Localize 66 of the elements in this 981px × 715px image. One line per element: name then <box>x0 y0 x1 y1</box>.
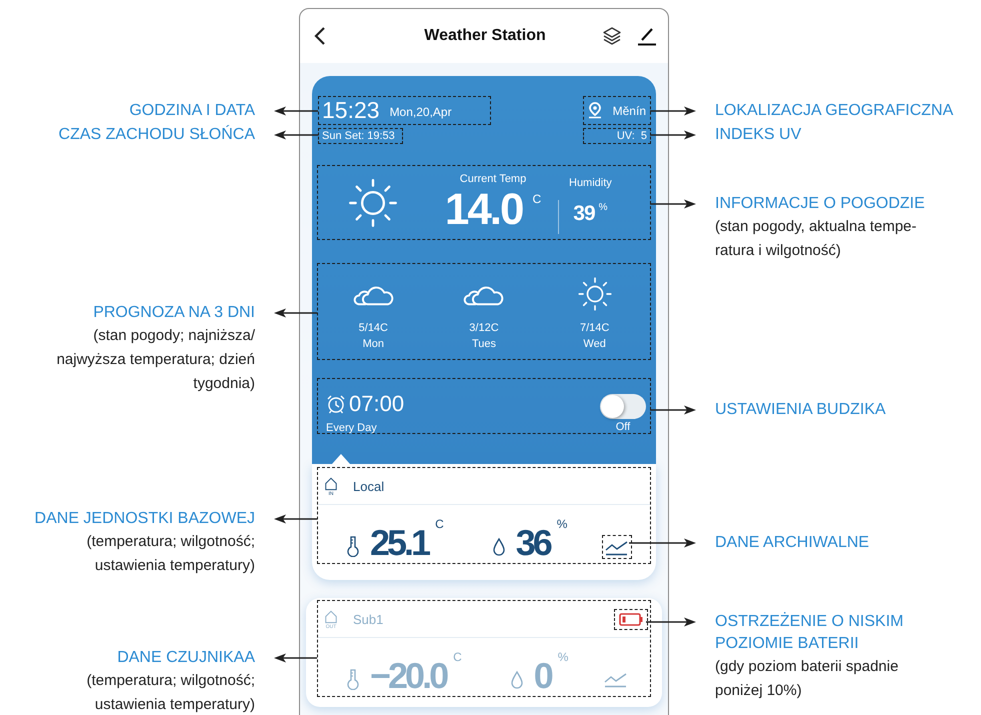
alarm-repeat: Every Day <box>326 422 378 434</box>
callout-title: USTAWIENIA BUDZIKA <box>715 400 887 420</box>
house-icon <box>324 476 338 490</box>
arrow <box>274 130 318 140</box>
alarm-state: Off <box>616 421 630 433</box>
forecast-day: Mon <box>362 338 384 350</box>
location-text: Měnín <box>612 104 646 118</box>
clock-time: 15:23 <box>322 97 380 124</box>
back-icon[interactable] <box>314 26 326 46</box>
humidity-unit: % <box>598 202 608 212</box>
date-text: Mon,20,Apr <box>390 105 452 119</box>
temperature-value: 25.1 <box>370 523 428 563</box>
alarm-toggle[interactable] <box>600 394 646 419</box>
drop-icon <box>510 670 524 690</box>
callout-title: OSTRZEŻENIE O NISKIM POZIOMIE BATERII <box>715 611 904 654</box>
trend-chart-icon[interactable] <box>605 540 629 556</box>
arrow <box>274 106 318 116</box>
callout-title: DANE JEDNOSTKI BAZOWEJ <box>34 509 255 529</box>
thermometer-icon <box>346 668 360 690</box>
humidity-unit: % <box>558 650 568 664</box>
callout-title: DANE CZUJNIKAA <box>116 648 255 668</box>
forecast-temp-range: 7/14C <box>580 322 610 334</box>
alarm-time: 07:00 <box>349 391 404 417</box>
sensor-name: Local <box>353 478 384 494</box>
humidity-value: 39 <box>573 202 595 226</box>
callout-title: PROGNOZA NA 3 DNI <box>92 303 255 323</box>
callout-title: INDEKS UV <box>715 125 802 145</box>
callout-note: (temperatura; wilgotność; ustawienia temperatury) <box>86 671 255 715</box>
humidity-value: 36 <box>516 523 550 563</box>
callout-title: LOKALIZACJA GEOGRAFICZNA <box>715 101 954 121</box>
sunset-time: Sun Set: 19:53 <box>318 128 403 144</box>
forecast-temp-range: 5/14C <box>358 322 388 334</box>
sun-icon <box>347 176 399 228</box>
forecast-day: Tues <box>472 338 496 350</box>
drop-icon <box>492 537 506 557</box>
screen-title: Weather Station <box>423 27 547 45</box>
callout-note: (stan pogody; najniższa/ najwyższa temperatura; dzień tygodnia) <box>56 326 255 394</box>
callout-title: INFORMACJE O POGODZIE <box>715 194 926 214</box>
sun-icon <box>576 276 613 312</box>
forecast-temp-range: 3/12C <box>469 322 499 334</box>
arrow <box>274 653 317 663</box>
callout-note: (gdy poziom baterii spadnie poniżej 10%) <box>715 657 900 701</box>
thermometer-icon <box>346 535 360 557</box>
humidity-label: Humidity <box>569 176 612 190</box>
callout-title: GODZINA I DATA <box>128 101 255 121</box>
callout-title: DANE ARCHIWALNE <box>715 533 870 553</box>
temperature-value: 14.0 <box>444 186 522 234</box>
callout-note: (temperatura; wilgotność; ustawienia temperatury) <box>86 532 255 576</box>
callout-note: (stan pogody, aktualna tempe-ratura i wilgotność) <box>715 217 918 261</box>
forecast-day: Wed <box>583 338 606 350</box>
pencil-icon[interactable] <box>638 26 656 46</box>
location-pin-icon <box>588 102 602 119</box>
temperature-unit: C <box>453 650 462 664</box>
temperature-unit: C <box>532 192 542 206</box>
temperature-unit: C <box>435 517 444 531</box>
sensor-name: Sub1 <box>353 612 384 626</box>
callout-title: CZAS ZACHODU SŁOŃCA <box>58 124 255 145</box>
temperature-value: −20.0 <box>370 656 446 696</box>
layers-icon[interactable] <box>602 26 622 46</box>
arrow <box>650 130 696 140</box>
humidity-value: 0 <box>534 656 551 696</box>
house-icon <box>324 608 338 624</box>
temp-label: Current Temp <box>460 172 526 186</box>
uv-index: UV: 5 <box>583 128 651 144</box>
humidity-unit: % <box>556 517 568 531</box>
alarm-clock-icon <box>326 394 346 414</box>
